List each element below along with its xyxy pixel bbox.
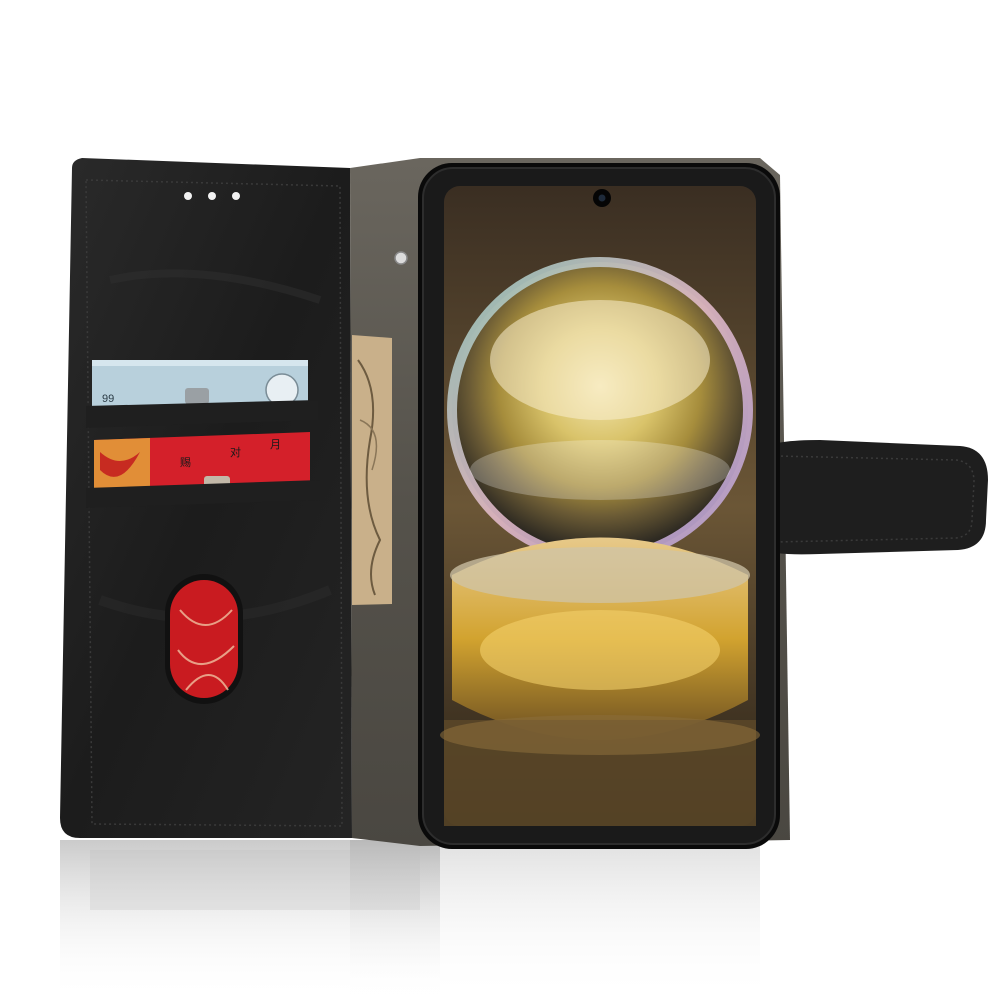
product-photo: 99 赐 对 月 — [0, 0, 1000, 1000]
card-glyph-1: 赐 — [180, 456, 191, 469]
card-slot-top: 99 — [86, 360, 318, 428]
banknote — [352, 335, 392, 605]
phone — [418, 163, 780, 849]
floor-reflection — [60, 840, 760, 1000]
phone-screen — [440, 186, 760, 826]
id-window — [165, 574, 243, 704]
card-slot-bottom: 赐 对 月 — [86, 432, 320, 508]
card-number-text: 99 — [102, 393, 114, 405]
wallet-case-illustration: 99 赐 对 月 — [60, 158, 988, 1000]
card-glyph-2: 对 — [230, 445, 241, 459]
card-glyph-3: 月 — [270, 439, 281, 451]
magnetic-strap — [760, 440, 988, 555]
